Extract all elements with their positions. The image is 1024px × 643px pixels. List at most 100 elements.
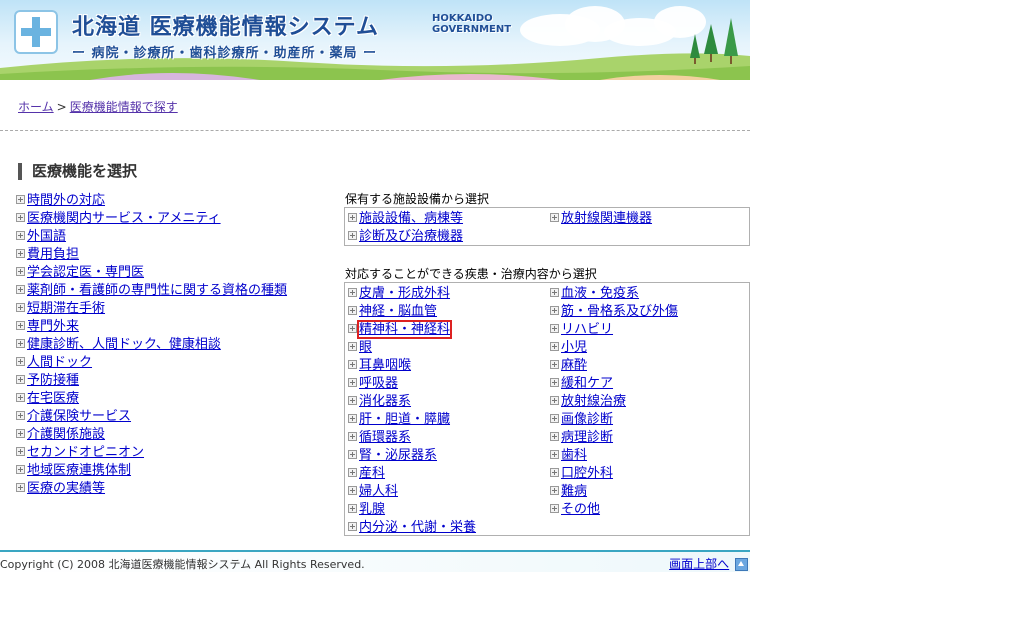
section-heading: 医療機能を選択 <box>18 163 137 180</box>
list-item: 産科 <box>348 465 476 483</box>
list-item-link[interactable]: 費用負担 <box>27 247 79 262</box>
plus-icon <box>348 288 357 297</box>
plus-icon <box>550 306 559 315</box>
facility-section-title: 保有する施設設備から選択 <box>345 192 490 206</box>
list-item-link[interactable]: 病理診断 <box>561 430 613 445</box>
list-item: 健康診断、人間ドック、健康相談 <box>16 336 336 354</box>
list-item-link[interactable]: 薬剤師・看護師の専門性に関する資格の種類 <box>27 283 287 298</box>
list-item: 耳鼻咽喉 <box>348 357 476 375</box>
list-item-link[interactable]: 肝・胆道・膵臓 <box>359 412 450 427</box>
list-item-link[interactable]: 神経・脳血管 <box>359 304 437 319</box>
site-subtitle: ー 病院・診療所・歯科診療所・助産所・薬局 ー <box>72 46 378 61</box>
breadcrumb-current-link[interactable]: 医療機能情報で探す <box>70 100 178 114</box>
plus-icon <box>348 231 357 240</box>
list-item: 介護関係施設 <box>16 426 336 444</box>
list-item-link[interactable]: 婦人科 <box>359 484 398 499</box>
disease-section-title: 対応することができる疾患・治療内容から選択 <box>345 267 597 281</box>
list-item-link[interactable]: セカンドオピニオン <box>27 445 144 460</box>
plus-icon <box>16 249 25 258</box>
list-item-link[interactable]: 時間外の対応 <box>27 193 105 208</box>
breadcrumb-separator: > <box>56 100 67 114</box>
plus-icon <box>16 267 25 276</box>
list-item-link[interactable]: 医療の実績等 <box>27 481 105 496</box>
plus-icon <box>348 324 357 333</box>
list-item-link[interactable]: 難病 <box>561 484 587 499</box>
breadcrumb-home-link[interactable]: ホーム <box>18 100 54 114</box>
arrow-up-icon[interactable] <box>735 558 748 571</box>
list-item: 放射線治療 <box>550 393 678 411</box>
plus-icon <box>16 285 25 294</box>
list-item-link[interactable]: 皮膚・形成外科 <box>359 286 450 301</box>
list-item: 在宅医療 <box>16 390 336 408</box>
list-item-link[interactable]: 外国語 <box>27 229 66 244</box>
list-item: セカンドオピニオン <box>16 444 336 462</box>
list-item-link[interactable]: 画像診断 <box>561 412 613 427</box>
list-item-link[interactable]: リハビリ <box>561 322 613 337</box>
list-item: 神経・脳血管 <box>348 303 476 321</box>
list-item-link[interactable]: 呼吸器 <box>359 376 398 391</box>
list-item-link[interactable]: 眼 <box>359 340 372 355</box>
list-item-link[interactable]: 腎・泌尿器系 <box>359 448 437 463</box>
plus-icon <box>348 450 357 459</box>
list-item-link[interactable]: 介護関係施設 <box>27 427 105 442</box>
list-item-link[interactable]: 循環器系 <box>359 430 411 445</box>
list-item-link[interactable]: 健康診断、人間ドック、健康相談 <box>27 337 221 352</box>
plus-icon <box>348 414 357 423</box>
list-item-link[interactable]: 歯科 <box>561 448 587 463</box>
plus-icon <box>16 357 25 366</box>
list-item-link[interactable]: 麻酔 <box>561 358 587 373</box>
list-item-link[interactable]: 専門外来 <box>27 319 79 334</box>
list-item-link[interactable]: 医療機関内サービス・アメニティ <box>27 211 221 226</box>
list-item: 学会認定医・専門医 <box>16 264 336 282</box>
list-item-link[interactable]: 精神科・神経科 <box>356 320 453 339</box>
list-item-link[interactable]: 耳鼻咽喉 <box>359 358 411 373</box>
list-item-link[interactable]: 産科 <box>359 466 385 481</box>
list-item: 腎・泌尿器系 <box>348 447 476 465</box>
plus-icon <box>16 411 25 420</box>
plus-icon <box>348 306 357 315</box>
list-item: 短期滞在手術 <box>16 300 336 318</box>
list-item: 専門外来 <box>16 318 336 336</box>
plus-icon <box>16 213 25 222</box>
list-item: 血液・免疫系 <box>550 285 678 303</box>
list-item-link[interactable]: 消化器系 <box>359 394 411 409</box>
plus-icon <box>550 213 559 222</box>
plus-icon <box>16 195 25 204</box>
list-item-link[interactable]: 予防接種 <box>27 373 79 388</box>
list-item: 医療の実績等 <box>16 480 336 498</box>
list-item-link[interactable]: 学会認定医・専門医 <box>27 265 144 280</box>
page-top: 画面上部へ <box>669 555 748 572</box>
list-item-link[interactable]: 介護保険サービス <box>27 409 131 424</box>
list-item-link[interactable]: 血液・免疫系 <box>561 286 639 301</box>
list-item-link[interactable]: 施設設備、病棟等 <box>359 211 463 226</box>
list-item-link[interactable]: 小児 <box>561 340 587 355</box>
plus-icon <box>16 231 25 240</box>
list-item: 地域医療連携体制 <box>16 462 336 480</box>
list-item-link[interactable]: 乳腺 <box>359 502 385 517</box>
list-item-link[interactable]: その他 <box>561 502 600 517</box>
list-item-link[interactable]: 人間ドック <box>27 355 92 370</box>
list-item: 薬剤師・看護師の専門性に関する資格の種類 <box>16 282 336 300</box>
list-item-link[interactable]: 短期滞在手術 <box>27 301 105 316</box>
page-top-link[interactable]: 画面上部へ <box>669 557 729 571</box>
site-footer: Copyright (C) 2008 北海道医療機能情報システム All Rig… <box>0 552 750 572</box>
list-item-link[interactable]: 放射線関連機器 <box>561 211 652 226</box>
site-header: 北海道 医療機能情報システム HOKKAIDO GOVERNMENT ー 病院・… <box>0 0 750 80</box>
list-item-link[interactable]: 診断及び治療機器 <box>359 229 463 244</box>
list-item-link[interactable]: 在宅医療 <box>27 391 79 406</box>
list-item-link[interactable]: 内分泌・代謝・栄養 <box>359 520 476 535</box>
list-item: リハビリ <box>550 321 678 339</box>
list-item: 眼 <box>348 339 476 357</box>
list-item-link[interactable]: 緩和ケア <box>561 376 613 391</box>
list-item: 精神科・神経科 <box>348 320 476 339</box>
plus-icon <box>348 378 357 387</box>
plus-icon <box>550 342 559 351</box>
list-item-link[interactable]: 口腔外科 <box>561 466 613 481</box>
plus-icon <box>16 483 25 492</box>
list-item-link[interactable]: 筋・骨格系及び外傷 <box>561 304 678 319</box>
list-item-link[interactable]: 放射線治療 <box>561 394 626 409</box>
list-item: 呼吸器 <box>348 375 476 393</box>
site-title: 北海道 医療機能情報システム <box>72 15 380 40</box>
plus-icon <box>348 486 357 495</box>
list-item-link[interactable]: 地域医療連携体制 <box>27 463 131 478</box>
